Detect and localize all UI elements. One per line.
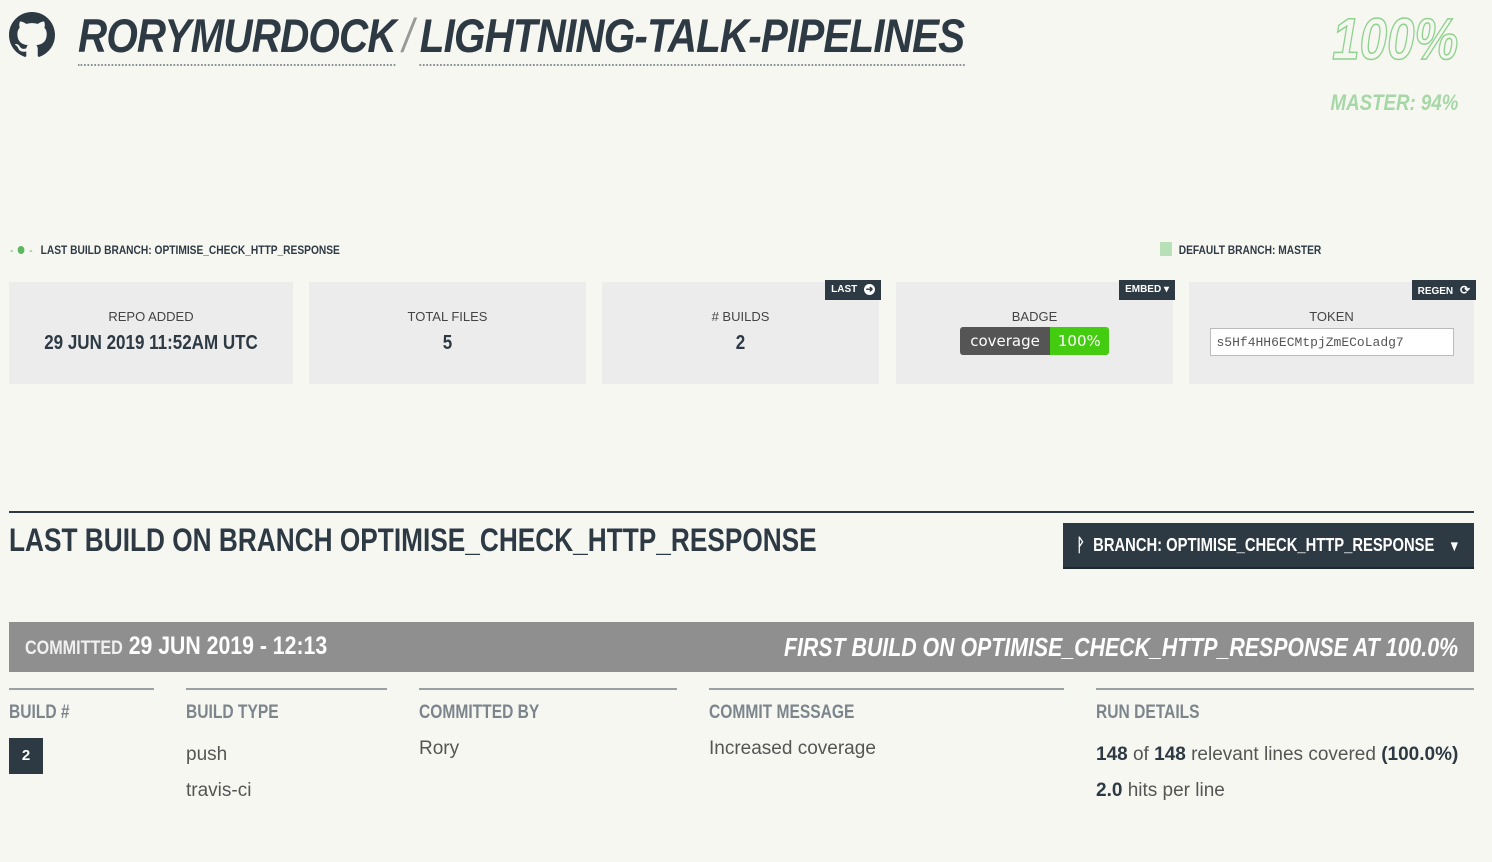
default-branch-legend: DEFAULT BRANCH: MASTER [1160, 242, 1322, 257]
last-build-legend: - - LAST BUILD BRANCH: OPTIMISE_CHECK_HT… [10, 243, 340, 257]
column-heading: BUILD TYPE [186, 702, 279, 723]
column-divider [186, 688, 387, 690]
coverage-badge[interactable]: coverage 100% [960, 327, 1109, 355]
stat-label: TOKEN [1309, 309, 1354, 324]
stat-label: REPO ADDED [108, 309, 194, 324]
hits-per-line: 2.0 hits per line [1096, 780, 1474, 802]
badge-left: coverage [960, 327, 1050, 355]
committer-name: Rory [419, 738, 460, 759]
embed-dropdown-button[interactable]: EMBED ▾ [1119, 280, 1175, 300]
hits-text: hits per line [1127, 780, 1225, 801]
tag-label: REGEN [1417, 286, 1454, 297]
column-heading: COMMIT MESSAGE [709, 702, 855, 723]
caret-down-icon: ▼ [1448, 538, 1461, 555]
legend-dot-icon [17, 246, 25, 255]
section-title: LAST BUILD ON BRANCH OPTIMISE_CHECK_HTTP… [9, 522, 817, 558]
commit-message: Increased coverage [709, 738, 876, 759]
default-branch-label: DEFAULT BRANCH: MASTER [1178, 243, 1322, 257]
github-icon[interactable] [9, 12, 55, 58]
stat-label: # BUILDS [711, 309, 770, 324]
title-separator: / [402, 9, 414, 62]
commit-date: COMMITTED 29 JUN 2019 - 12:13 [25, 632, 327, 661]
stat-value: 5 [442, 332, 453, 354]
build-number-link[interactable]: 2 [9, 738, 43, 774]
last-build-label: LAST BUILD BRANCH: OPTIMISE_CHECK_HTTP_R… [40, 243, 340, 257]
committed-date: 29 JUN 2019 - 12:13 [128, 632, 328, 660]
build-type-event: push [186, 744, 228, 765]
covered-count: 148 [1096, 744, 1128, 765]
total-files-card: TOTAL FILES 5 [309, 282, 586, 384]
column-divider [1096, 688, 1474, 690]
tag-label: LAST [831, 284, 858, 295]
committed-by-column: COMMITTED BY Rory [419, 688, 677, 760]
badge-card: EMBED ▾ BADGE coverage 100% [896, 280, 1175, 384]
repo-title: RORYMURDOCK / LIGHTNING-TALK-PIPELINES [78, 8, 965, 66]
column-heading: BUILD # [9, 702, 70, 723]
stat-label: BADGE [1011, 309, 1058, 324]
commit-bar: COMMITTED 29 JUN 2019 - 12:13 FIRST BUIL… [9, 622, 1474, 672]
regen-token-button[interactable]: REGEN ⟳ [1411, 280, 1476, 300]
builds-card: LAST ➜ # BUILDS 2 [602, 280, 881, 384]
column-divider [709, 688, 1064, 690]
build-summary: FIRST BUILD ON OPTIMISE_CHECK_HTTP_RESPO… [783, 632, 1458, 662]
master-coverage: MASTER: 94% [1330, 90, 1458, 115]
last-build-button[interactable]: LAST ➜ [825, 280, 881, 300]
committed-label: COMMITTED [25, 638, 123, 659]
branch-dropdown-button[interactable]: ᚹ BRANCH: OPTIMISE_CHECK_HTTP_RESPONSE ▼ [1063, 523, 1474, 567]
legend-line-icon: - [26, 243, 33, 257]
column-heading: RUN DETAILS [1096, 702, 1200, 723]
coverage-percent: 100% [1331, 6, 1458, 73]
badge-right: 100% [1049, 327, 1109, 355]
refresh-icon: ⟳ [1459, 283, 1470, 297]
build-type-service: travis-ci [186, 780, 252, 801]
stat-value: 2 [735, 332, 746, 354]
token-card: REGEN ⟳ TOKEN [1189, 280, 1476, 384]
branch-label: BRANCH: OPTIMISE_CHECK_HTTP_RESPONSE [1093, 535, 1435, 555]
relevant-text: relevant lines covered [1191, 744, 1376, 765]
relevant-count: 148 [1154, 744, 1186, 765]
git-branch-icon: ᚹ [1076, 535, 1085, 555]
owner-link[interactable]: RORYMURDOCK [78, 9, 397, 66]
build-number-column: BUILD # 2 [9, 688, 154, 774]
lines-covered: 148 of 148 relevant lines covered (100.0… [1096, 744, 1474, 766]
arrow-circle-right-icon: ➜ [864, 284, 875, 295]
stat-label: TOTAL FILES [407, 309, 488, 324]
column-divider [419, 688, 677, 690]
of-text: of [1132, 744, 1149, 765]
stat-value: 29 JUN 2019 11:52AM UTC [44, 332, 258, 354]
legend-square-icon [1160, 242, 1172, 257]
column-divider [9, 688, 154, 690]
repo-added-card: REPO ADDED 29 JUN 2019 11:52AM UTC [9, 282, 293, 384]
section-divider [9, 511, 1474, 513]
commit-message-column: COMMIT MESSAGE Increased coverage [709, 688, 1064, 760]
column-heading: COMMITTED BY [419, 702, 540, 723]
run-details-column: RUN DETAILS 148 of 148 relevant lines co… [1096, 688, 1474, 802]
legend-line-icon: - [10, 243, 17, 257]
build-type-column: BUILD TYPE push travis-ci [186, 688, 387, 802]
covered-percent: (100.0%) [1381, 744, 1459, 765]
repo-link[interactable]: LIGHTNING-TALK-PIPELINES [419, 9, 965, 66]
token-field[interactable] [1209, 328, 1454, 356]
hits-value: 2.0 [1096, 780, 1123, 801]
